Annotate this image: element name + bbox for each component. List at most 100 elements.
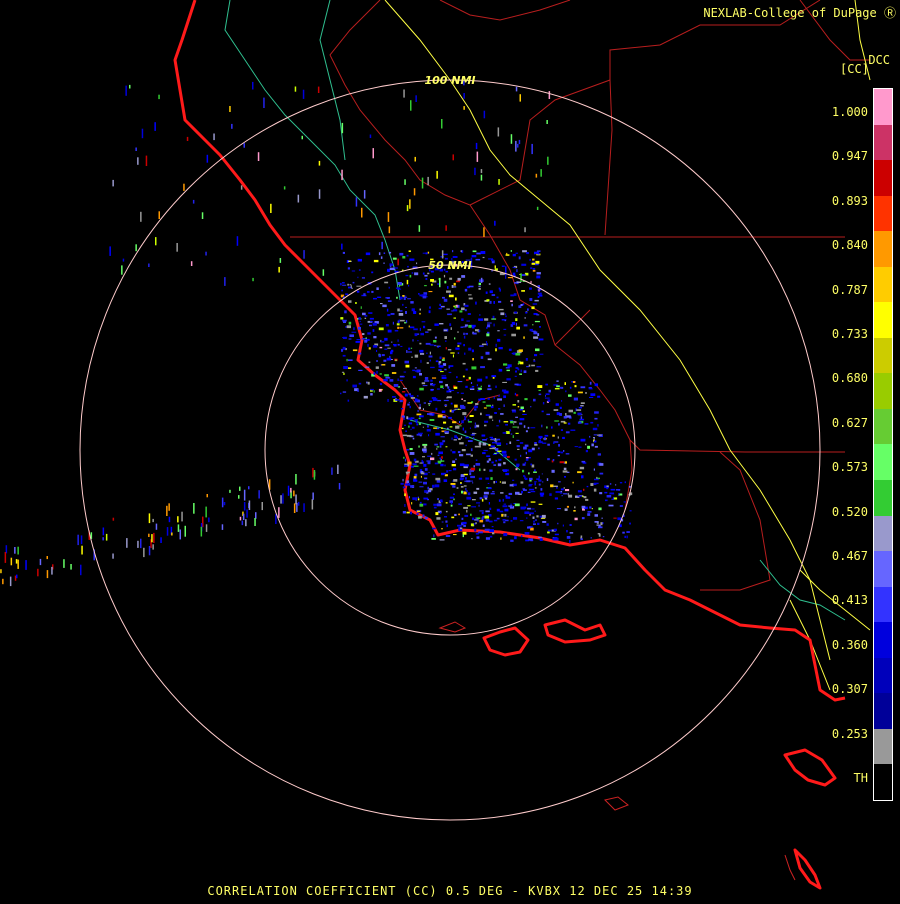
- echo-pixel: [463, 344, 465, 347]
- radar-map-svg: 50 NMI 100 NMI: [0, 0, 871, 890]
- echo-pixel: [430, 279, 434, 282]
- echo-pixel: [482, 442, 487, 446]
- echo-pixel: [408, 250, 411, 252]
- echo-pixel: [425, 490, 427, 493]
- echo-pixel: [498, 287, 501, 290]
- echo-pixel: [524, 398, 528, 401]
- echo-pixel: [507, 516, 509, 518]
- echo-pixel: [390, 351, 393, 355]
- echo-pixel: [531, 464, 535, 468]
- echo-pixel: [384, 344, 390, 347]
- echo-pixel: [358, 269, 361, 271]
- echo-pixel: [243, 502, 246, 511]
- echo-pixel: [516, 439, 520, 441]
- echo-pixel: [419, 373, 422, 376]
- echo-pixel: [420, 359, 422, 363]
- echo-pixel: [407, 351, 412, 353]
- echo-pixel: [459, 310, 463, 313]
- echo-pixel: [457, 342, 462, 345]
- echo-pixel: [538, 338, 544, 341]
- echo-pixel: [463, 506, 468, 509]
- echo-pixel: [341, 122, 344, 134]
- echo-pixel: [459, 442, 464, 445]
- echo-pixel: [421, 472, 425, 475]
- echo-pixel: [385, 324, 389, 327]
- echo-pixel: [546, 523, 549, 526]
- echo-pixel: [476, 252, 481, 255]
- echo-pixel: [205, 524, 208, 532]
- echo-pixel: [503, 404, 505, 407]
- echo-pixel: [465, 368, 468, 371]
- echo-pixel: [441, 427, 443, 429]
- echo-pixel: [526, 517, 528, 519]
- echo-pixel: [514, 383, 519, 386]
- echo-pixel: [553, 528, 557, 532]
- echo-pixel: [436, 388, 440, 390]
- echo-pixel: [547, 529, 552, 532]
- echo-pixel: [463, 400, 466, 402]
- echo-pixel: [479, 314, 481, 316]
- echo-pixel: [609, 492, 615, 495]
- echo-pixel: [520, 273, 522, 282]
- echo-pixel: [486, 343, 488, 346]
- echo-pixel: [484, 497, 488, 500]
- echo-pixel: [515, 468, 518, 471]
- echo-pixel: [403, 456, 405, 459]
- echo-pixel: [492, 419, 494, 421]
- echo-pixel: [432, 484, 435, 488]
- echo-pixel: [440, 436, 445, 438]
- echo-pixel: [435, 512, 439, 516]
- echo-pixel: [295, 494, 297, 505]
- echo-pixel: [508, 505, 513, 507]
- echo-pixel: [531, 306, 535, 310]
- echo-pixel: [480, 251, 486, 254]
- echo-pixel: [590, 537, 592, 539]
- echo-pixel: [511, 322, 516, 325]
- echo-pixel: [462, 375, 465, 378]
- echo-pixel: [629, 522, 631, 525]
- echo-pixel: [453, 282, 456, 286]
- echo-pixel: [489, 300, 492, 304]
- echo-pixel: [151, 534, 153, 543]
- echo-pixel: [457, 451, 461, 454]
- echo-pixel: [454, 404, 458, 408]
- echo-pixel: [241, 520, 244, 526]
- echo-pixel: [525, 311, 528, 314]
- echo-pixel: [433, 384, 435, 387]
- echo-pixel: [468, 324, 472, 328]
- echo-pixel: [453, 534, 457, 536]
- echo-pixel: [536, 366, 542, 368]
- echo-pixel: [413, 311, 417, 314]
- echo-pixel: [282, 493, 284, 504]
- echo-pixel: [512, 426, 518, 428]
- echo-pixel: [444, 336, 447, 339]
- echo-pixel: [464, 464, 469, 467]
- echo-pixel: [622, 531, 625, 534]
- echo-pixel: [456, 280, 460, 283]
- echo-pixel: [491, 461, 494, 464]
- echo-pixel: [489, 469, 493, 472]
- echo-pixel: [497, 463, 502, 467]
- echo-pixel: [563, 422, 567, 424]
- echo-pixel: [302, 89, 305, 99]
- echo-pixel: [400, 408, 404, 410]
- echo-pixel: [619, 482, 623, 484]
- echo-pixel: [441, 472, 446, 475]
- echo-pixel: [486, 455, 491, 457]
- echo-pixel: [440, 385, 444, 389]
- echo-pixel: [387, 347, 391, 349]
- echo-pixel: [466, 480, 471, 483]
- echo-pixel: [496, 438, 501, 441]
- echo-pixel: [427, 176, 429, 186]
- echo-pixel: [429, 412, 433, 416]
- echo-pixel: [413, 328, 418, 331]
- echo-pixel: [153, 532, 155, 543]
- echo-pixel: [359, 320, 361, 323]
- echo-pixel: [387, 399, 389, 402]
- echo-pixel: [312, 492, 314, 500]
- echo-pixel: [392, 396, 396, 398]
- echo-pixel: [490, 492, 495, 495]
- echo-pixel: [478, 318, 484, 321]
- echo-pixel: [522, 488, 525, 490]
- echo-pixel: [404, 393, 408, 397]
